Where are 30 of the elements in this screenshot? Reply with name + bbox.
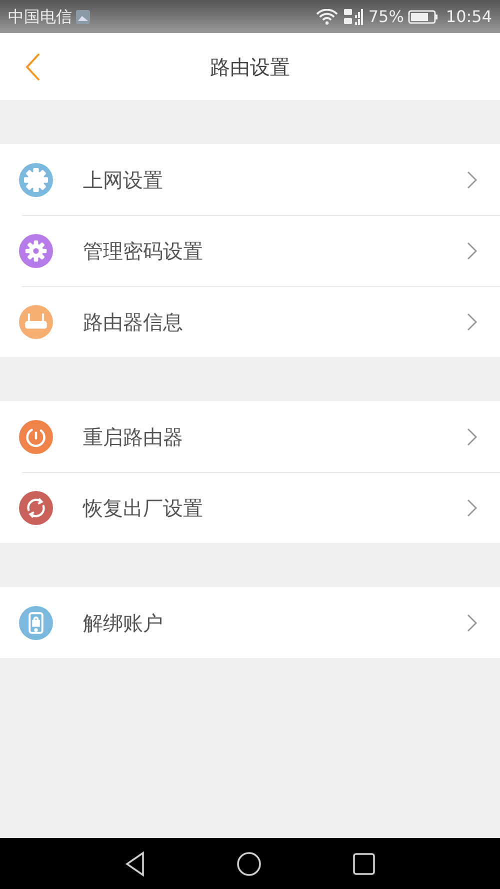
settings-row[interactable]: 管理密码设置	[0, 215, 500, 286]
page-title: 路由设置	[210, 54, 290, 80]
clock: 10:54	[446, 6, 492, 28]
row-label: 上网设置	[83, 166, 164, 194]
battery-percent: 75%	[368, 6, 404, 28]
home-icon[interactable]	[236, 850, 262, 876]
row-label: 管理密码设置	[83, 238, 204, 264]
settings-row[interactable]: 恢复出厂设置	[0, 472, 500, 543]
chevron-icon	[466, 240, 478, 260]
settings-row[interactable]: 路由器信息	[0, 286, 500, 357]
row-label: 路由器信息	[83, 308, 184, 336]
back-icon[interactable]	[124, 850, 146, 876]
row-label: 恢复出厂设置	[83, 494, 204, 522]
battery-icon	[408, 10, 438, 24]
chevron-icon	[466, 612, 478, 632]
chevron-icon	[466, 312, 478, 332]
settings-row[interactable]: 重启路由器	[0, 401, 500, 472]
chevron-icon	[466, 170, 478, 190]
image-icon	[76, 10, 90, 24]
settings-row[interactable]: 上网设置	[0, 144, 500, 215]
row-label: 解绑账户	[83, 610, 164, 636]
chevron-icon	[466, 426, 478, 446]
back-icon	[24, 52, 42, 82]
row-label: 重启路由器	[83, 424, 184, 450]
settings-row[interactable]: 解绑账户	[0, 587, 500, 658]
wifi-icon	[316, 8, 338, 24]
signal-icon	[342, 6, 364, 26]
carrier-name: 中国电信	[8, 6, 72, 28]
recents-icon[interactable]	[352, 852, 376, 876]
chevron-icon	[466, 498, 478, 518]
